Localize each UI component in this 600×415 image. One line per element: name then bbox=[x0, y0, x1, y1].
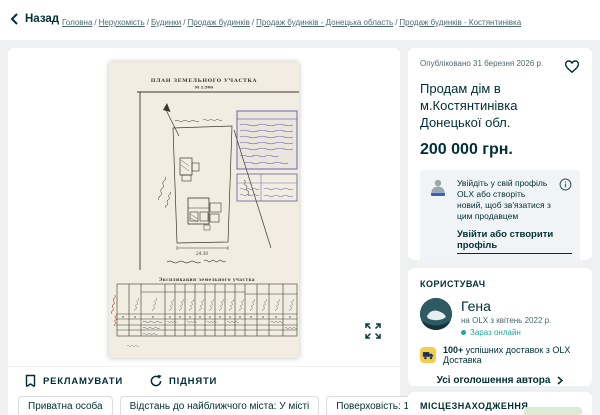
breadcrumb-realestate[interactable]: Нерухомість bbox=[99, 18, 151, 27]
promote-icon bbox=[24, 374, 37, 388]
card-divider bbox=[8, 366, 400, 367]
raise-label: ПІДНЯТИ bbox=[169, 376, 217, 387]
plan-title: ПЛАН ЗЕМЕЛЬНОГО УЧАСТКА bbox=[151, 78, 258, 84]
info-icon[interactable] bbox=[559, 178, 572, 191]
listing-title: Продам дім в м.Костянтинівка Донецької о… bbox=[420, 81, 580, 132]
breadcrumb-houses[interactable]: Будинки bbox=[151, 18, 188, 27]
chevron-left-icon bbox=[10, 13, 19, 25]
olx-listing-page: Назад ГоловнаНерухомістьБудинкиПродаж бу… bbox=[0, 0, 600, 415]
profile-avatar-icon bbox=[428, 178, 450, 198]
ad-actions: РЕКЛАМУВАТИ ПІДНЯТИ bbox=[24, 374, 217, 388]
online-dot-icon bbox=[461, 330, 466, 335]
listing-info-card: Опубліковано 31 березня 2026 р. Продам д… bbox=[408, 48, 592, 260]
breadcrumb-city[interactable]: Продаж будинків - Костянтинівка bbox=[399, 18, 521, 27]
back-label: Назад bbox=[25, 13, 59, 25]
plan-scale: М 1:500 bbox=[195, 85, 214, 90]
delivery-text: 100+ успішних доставок з OLX Доставка bbox=[443, 345, 580, 365]
promote-button[interactable]: РЕКЛАМУВАТИ bbox=[24, 374, 123, 388]
raise-icon bbox=[149, 374, 163, 388]
raise-button[interactable]: ПІДНЯТИ bbox=[149, 374, 217, 388]
listing-price: 200 000 грн. bbox=[420, 141, 580, 159]
delivery-badge-row: 100+ успішних доставок з OLX Доставка bbox=[420, 345, 580, 365]
login-prompt-text: Увійдіть у свій профіль OLX або створіть… bbox=[457, 178, 552, 222]
login-prompt-box: Увійдіть у свій профіль OLX або створіть… bbox=[420, 170, 580, 263]
published-date: Опубліковано 31 березня 2026 р. bbox=[420, 59, 543, 68]
seller-online-status: Зараз онлайн bbox=[470, 328, 521, 337]
seller-avatar[interactable] bbox=[420, 298, 452, 330]
delivery-count: 100+ bbox=[443, 345, 463, 355]
plan-table-caption: Экспликация земельного участка bbox=[159, 277, 255, 282]
promote-label: РЕКЛАМУВАТИ bbox=[43, 376, 123, 387]
seller-card: КОРИСТУВАЧ Гена на OLX з квітень 2022 р.… bbox=[408, 268, 592, 386]
top-bar: Назад ГоловнаНерухомістьБудинкиПродаж бу… bbox=[0, 0, 600, 40]
login-link[interactable]: Увійти або створити профіль bbox=[457, 229, 572, 254]
chip-floors: Поверховість: 1 bbox=[326, 396, 419, 415]
map-thumbnail[interactable] bbox=[524, 407, 582, 415]
breadcrumb: ГоловнаНерухомістьБудинкиПродаж будинків… bbox=[62, 18, 521, 27]
seller-section-title: КОРИСТУВАЧ bbox=[420, 279, 580, 289]
breadcrumb-region[interactable]: Продаж будинків - Донецька область bbox=[256, 18, 399, 27]
seller-name[interactable]: Гена bbox=[461, 298, 551, 314]
photo-viewer: ПЛАН ЗЕМЕЛЬНОГО УЧАСТКА М 1:500 bbox=[8, 48, 400, 364]
chip-distance: Відстань до найближчого міста: У місті bbox=[120, 396, 320, 415]
breadcrumb-houses-sale[interactable]: Продаж будинків bbox=[188, 18, 257, 27]
all-seller-ads-link[interactable]: Усі оголошення автора bbox=[420, 375, 580, 386]
fullscreen-button[interactable] bbox=[364, 322, 382, 340]
plan-dimension: 24.30 bbox=[195, 251, 208, 256]
chevron-right-icon bbox=[557, 376, 563, 385]
listing-photo[interactable]: ПЛАН ЗЕМЕЛЬНОГО УЧАСТКА М 1:500 bbox=[109, 62, 299, 358]
favorite-heart-icon[interactable] bbox=[564, 59, 580, 74]
back-button[interactable]: Назад bbox=[10, 13, 59, 25]
gallery-card: ПЛАН ЗЕМЕЛЬНОГО УЧАСТКА М 1:500 bbox=[8, 48, 400, 415]
plan-drawing: ПЛАН ЗЕМЕЛЬНОГО УЧАСТКА М 1:500 bbox=[109, 62, 299, 358]
breadcrumb-home[interactable]: Головна bbox=[62, 18, 99, 27]
chip-seller-type: Приватна особа bbox=[18, 396, 113, 415]
seller-member-since: на OLX з квітень 2022 р. bbox=[461, 316, 551, 325]
location-card: МІСЦЕЗНАХОДЖЕННЯ Костянтинівка bbox=[408, 392, 592, 415]
delivery-badge-icon bbox=[420, 347, 436, 363]
fullscreen-icon bbox=[364, 322, 382, 340]
